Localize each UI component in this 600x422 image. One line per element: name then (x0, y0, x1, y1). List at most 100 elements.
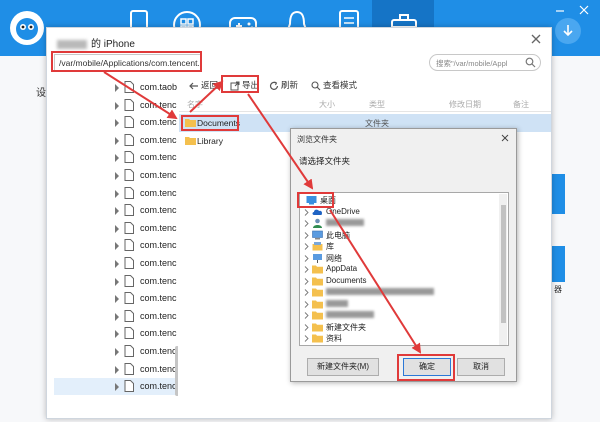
tree-item[interactable]: com.taob (54, 79, 178, 96)
close-icon[interactable] (529, 32, 543, 46)
expand-arrow-icon[interactable] (114, 101, 120, 110)
directory-tree[interactable]: com.taob com.tenc com.tenc com.tenc com.tenc… (54, 76, 178, 418)
expand-arrow-icon[interactable] (114, 136, 120, 145)
view-mode-button[interactable]: 查看模式 (311, 79, 357, 93)
column-size[interactable]: 大小 (319, 99, 335, 110)
file-icon (124, 380, 134, 393)
expand-arrow-icon[interactable] (114, 242, 120, 251)
back-arrow-icon (189, 82, 198, 90)
tree-item[interactable]: com.tenc (54, 361, 178, 378)
expand-arrow-icon[interactable] (114, 84, 120, 92)
tree-item[interactable]: com.tenc (54, 290, 178, 307)
tree-item[interactable]: com.tenc (54, 202, 178, 219)
cancel-button[interactable]: 取消 (457, 358, 505, 376)
file-icon (124, 257, 134, 269)
new-folder-button[interactable]: 新建文件夹(M) (307, 358, 379, 376)
back-button[interactable]: 返回 (189, 79, 218, 93)
column-note[interactable]: 备注 (513, 99, 529, 110)
refresh-button[interactable]: 刷新 (269, 79, 298, 93)
chevron-right-icon[interactable] (304, 243, 309, 250)
download-button[interactable] (555, 18, 581, 44)
tree-item[interactable]: com.tenc (54, 378, 178, 396)
folder-tree-item[interactable]: Documents (300, 275, 500, 287)
tree-item[interactable]: com.tenc (54, 273, 178, 290)
chevron-right-icon[interactable] (304, 254, 309, 262)
expand-arrow-icon[interactable] (114, 172, 120, 180)
tree-item[interactable]: com.tenc (54, 149, 178, 166)
chevron-right-icon[interactable] (304, 208, 309, 216)
tree-item[interactable]: com.tenc (54, 220, 178, 237)
folder-tree-item[interactable] (300, 217, 500, 229)
expand-arrow-icon[interactable] (114, 277, 120, 286)
tree-item-label: com.tenc (140, 346, 177, 356)
tree-scrollbar[interactable] (175, 346, 178, 396)
folder-tree-item[interactable]: 此电脑 (300, 229, 500, 241)
tree-item[interactable]: com.tenc (54, 114, 178, 131)
close-icon[interactable] (500, 133, 510, 143)
file-icon (124, 169, 134, 181)
chevron-right-icon[interactable] (304, 335, 309, 342)
search-icon[interactable] (525, 57, 536, 68)
chevron-right-icon[interactable] (304, 289, 309, 296)
tree-item[interactable]: com.tenc (54, 167, 178, 184)
folder-tree-item[interactable]: 库 (300, 240, 500, 252)
app-logo-icon (10, 11, 44, 45)
tree-item[interactable]: com.tenc (54, 132, 178, 149)
folder-tree-item[interactable]: 新建文件夹 (300, 321, 500, 333)
expand-arrow-icon[interactable] (114, 295, 120, 304)
redacted-label (326, 218, 364, 227)
tree-item[interactable]: com.tenc (54, 308, 178, 325)
folder-tree-item[interactable]: 资料 (300, 332, 500, 344)
expand-arrow-icon[interactable] (114, 224, 120, 233)
tree-item-label: com.tenc (140, 240, 177, 251)
folder-icon (185, 137, 196, 145)
ok-highlight (397, 354, 455, 381)
expand-arrow-icon[interactable] (114, 189, 120, 198)
tree-item-label: com.tenc (140, 152, 177, 163)
tree-item[interactable]: com.tenc (54, 255, 178, 272)
search-input[interactable]: 搜索"/var/mobile/Appl (429, 54, 541, 71)
chevron-right-icon[interactable] (304, 277, 309, 285)
redacted-label (326, 287, 434, 296)
tree-item-label: com.tenc (140, 205, 177, 216)
tree-item[interactable]: com.tenc (54, 97, 178, 114)
expand-arrow-icon[interactable] (114, 154, 120, 163)
folder-tree-item[interactable] (300, 298, 500, 310)
chevron-right-icon[interactable] (304, 231, 309, 239)
expand-arrow-icon[interactable] (114, 365, 120, 374)
path-highlight (51, 51, 202, 72)
column-name[interactable]: 名字 (187, 99, 203, 110)
folder-tree-item[interactable] (300, 286, 500, 298)
expand-arrow-icon[interactable] (114, 383, 120, 392)
folder-icon (312, 323, 323, 331)
expand-arrow-icon[interactable] (114, 330, 120, 339)
chevron-right-icon[interactable] (304, 323, 309, 331)
folder-tree-item[interactable]: AppData (300, 263, 500, 275)
folder-tree-item[interactable]: 网络 (300, 252, 500, 264)
tree-item[interactable]: com.tenc (54, 185, 178, 202)
tree-item-label: com.tenc (140, 258, 177, 268)
tree-item[interactable]: com.tenc (54, 237, 178, 254)
tree-item-label: com.tenc (140, 275, 177, 286)
file-icon (124, 116, 134, 129)
expand-arrow-icon[interactable] (114, 119, 120, 128)
expand-arrow-icon[interactable] (114, 207, 120, 216)
folder-tree[interactable]: 资料 新建文件夹 Documents AppData 网络库此电脑 OneDrive 桌面 (299, 192, 509, 346)
expand-arrow-icon[interactable] (114, 312, 120, 321)
chevron-right-icon[interactable] (304, 220, 309, 227)
column-modified[interactable]: 修改日期 (449, 99, 481, 110)
chevron-right-icon[interactable] (304, 300, 309, 308)
folder-tree-item[interactable] (300, 309, 500, 321)
tree-item[interactable]: com.tenc (54, 325, 178, 342)
window-controls-icon[interactable] (552, 4, 592, 16)
chevron-right-icon[interactable] (304, 312, 309, 319)
scrollbar-thumb[interactable] (501, 205, 506, 323)
dialog-title: 浏览文件夹 (297, 135, 337, 144)
chevron-right-icon[interactable] (304, 266, 309, 273)
folder-icon (312, 288, 323, 297)
file-name: Library (197, 136, 223, 146)
tree-item[interactable]: com.tenc (54, 343, 178, 360)
column-type[interactable]: 类型 (369, 99, 385, 110)
expand-arrow-icon[interactable] (114, 348, 120, 356)
expand-arrow-icon[interactable] (114, 260, 120, 268)
